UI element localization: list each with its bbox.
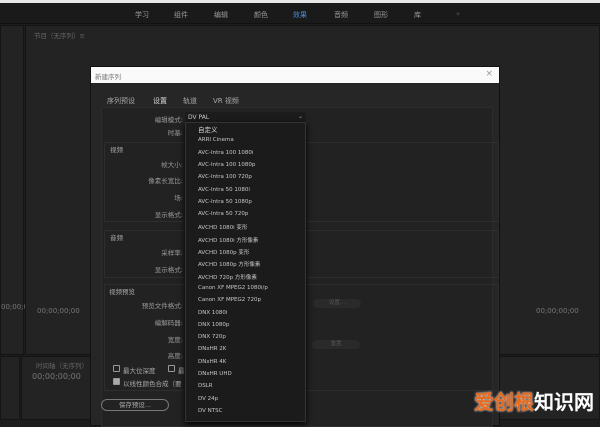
dropdown-option[interactable]: AVCHD 1080p 方形像素 [198,260,260,268]
dropdown-option[interactable]: DNX 1080p [198,322,229,328]
linear-color-label: 以线性颜色合成（要 [123,380,182,388]
source-panel: 00;00;0 [0,25,28,355]
save-preset-button[interactable]: 保存预设... [101,399,169,411]
reset-button[interactable]: 重置 [312,340,360,349]
workspace-tab[interactable]: 编辑 [214,10,228,20]
edit-mode-value: DV PAL [188,114,210,121]
pixel-aspect-label: 像素长宽比: [148,177,183,185]
dropdown-option[interactable]: AVCHD 1080i 方形像素 [198,236,258,244]
workspace-tab-active[interactable]: 效果 [293,10,307,20]
timecode: 00;00;00;00 [37,307,80,315]
dropdown-option[interactable]: DNxHR UHD [198,371,232,377]
width-label: 宽度: [167,336,183,344]
workspace-tab[interactable]: 库 [414,10,421,20]
dropdown-option[interactable]: DV NTSC [198,408,222,414]
edit-mode-dropdown-list: 自定义 ARRI Cinema AVC-Intra 100 1080i AVC-Int… [185,122,306,422]
codec-label: 编解码器: [154,319,183,327]
tab-sequence-presets[interactable]: 序列预设 [107,96,135,106]
tab-tracks[interactable]: 轨道 [183,96,197,106]
dropdown-option[interactable]: AVC-Intra 100 1080p [198,162,255,168]
workspace-tab[interactable]: 组件 [174,10,188,20]
max-render-checkbox[interactable] [168,365,175,372]
tools-panel [0,356,20,420]
chevron-down-icon: ⌄ [297,113,303,120]
dropdown-option[interactable]: AVCHD 1080i 变形 [198,223,247,231]
watermark: 爱创根知识网 [474,390,594,414]
dropdown-option[interactable]: AVC-Intra 50 1080p [198,199,252,205]
dialog-title-bar: 新建序列 × [91,67,499,83]
workspace-bar: 学习 组件 编辑 颜色 效果 音频 图形 库 » [0,3,600,24]
linear-color-checkbox[interactable] [113,378,120,385]
dropdown-option[interactable]: AVCHD 1080p 变形 [198,248,249,256]
edit-mode-label: 编辑模式: [154,116,183,124]
dropdown-option[interactable]: DNX 720p [198,334,226,340]
dropdown-option[interactable]: AVC-Intra 100 720p [198,174,252,180]
audio-display-format-label: 显示格式: [154,266,183,274]
dropdown-option[interactable]: AVC-Intra 100 1080i [198,150,253,156]
preview-section-title: 视频预览 [109,288,135,296]
timecode: 00;00;00;00 [536,307,579,315]
timeline-timecode: 00;00;00;00 [32,372,81,381]
workspace-tab[interactable]: 图形 [374,10,388,20]
dropdown-option[interactable]: Canon XF MPEG2 1080i/p [198,285,268,291]
close-icon[interactable]: × [485,69,493,79]
more-workspaces-button[interactable]: » [456,10,460,18]
height-label: 高度: [167,352,183,360]
dropdown-option[interactable]: AVCHD 720p 方形像素 [198,273,257,281]
timebase-label: 时基: [167,129,183,137]
dropdown-option[interactable]: DNxHR 4K [198,359,226,365]
preview-format-label: 预览文件格式: [141,302,183,310]
timecode: 00;00;0 [1,303,28,311]
dropdown-option[interactable]: 自定义 [198,124,218,134]
dropdown-option[interactable]: DV 24p [198,396,218,402]
workspace-tab[interactable]: 颜色 [254,10,268,20]
dropdown-option[interactable]: Canon XF MPEG2 720p [198,297,261,303]
audio-section-title: 音频 [110,234,123,242]
dialog-title: 新建序列 [95,73,121,81]
tab-vr-video[interactable]: VR 视频 [213,96,239,106]
dropdown-option[interactable]: DNxHR 2K [198,346,226,352]
configure-button[interactable]: 设置... [313,299,361,308]
workspace-tab[interactable]: 音频 [334,10,348,20]
fields-label: 场: [174,194,183,202]
dropdown-option[interactable]: DSLR [198,383,213,389]
dropdown-option[interactable]: AVC-Intra 50 720p [198,211,248,217]
workspace-tab[interactable]: 学习 [135,10,149,20]
max-bit-depth-checkbox[interactable] [113,365,120,372]
max-bit-depth-label: 最大位深度 [123,367,156,375]
dropdown-option[interactable]: DNX 1080i [198,310,227,316]
dropdown-option[interactable]: ARRI Cinema [198,137,234,143]
max-render-label: 最 [178,367,185,375]
timeline-title: 时间轴（无序列） [36,362,88,370]
panel-title[interactable]: 节目（无序列）≡ [34,30,85,40]
sample-rate-label: 采样率: [161,249,183,257]
video-section-title: 视频 [110,146,123,154]
frame-size-label: 帧大小: [161,161,183,169]
dropdown-option[interactable]: AVC-Intra 50 1080i [198,187,250,193]
display-format-label: 显示格式: [154,211,183,219]
